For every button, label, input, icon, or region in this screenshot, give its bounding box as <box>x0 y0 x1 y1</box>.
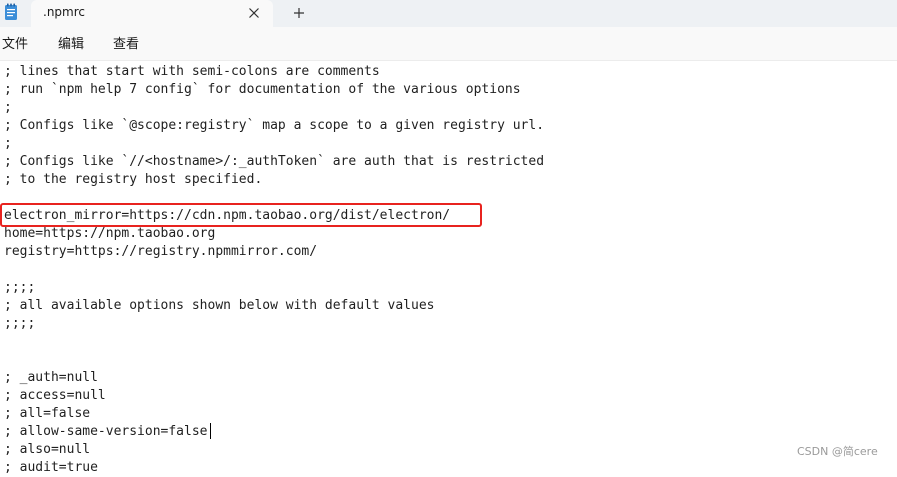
tab-title: .npmrc <box>43 5 85 19</box>
menu-view[interactable]: 查看 <box>113 37 139 52</box>
notepad-icon <box>5 3 17 20</box>
code-line: ; audit=true <box>4 460 98 475</box>
code-line: ; access=null <box>4 388 106 403</box>
code-line: ; also=null <box>4 442 91 457</box>
code-line: ; Configs like `//<hostname>/:_authToken… <box>4 154 545 169</box>
close-icon[interactable] <box>245 4 263 22</box>
menu-edit[interactable]: 编辑 <box>58 37 84 52</box>
highlight-annotation <box>0 203 482 227</box>
code-line: home=https://npm.taobao.org <box>4 226 216 241</box>
editor-content: ; lines that start with semi-colons are … <box>4 63 544 477</box>
text-caret <box>210 423 211 439</box>
tab-bar: .npmrc <box>0 0 897 27</box>
code-line: ; all available options shown below with… <box>4 298 435 313</box>
code-line: ; _auth=null <box>4 370 98 385</box>
code-line: ; <box>4 136 12 151</box>
code-line: ;;;; <box>4 316 36 331</box>
code-line: ; lines that start with semi-colons are … <box>4 64 380 79</box>
text-editor[interactable]: ; lines that start with semi-colons are … <box>0 60 897 475</box>
code-line: ; all=false <box>4 406 91 421</box>
code-line: ; <box>4 100 12 115</box>
plus-icon[interactable] <box>290 4 308 22</box>
code-line: registry=https://registry.npmmirror.com/ <box>4 244 318 259</box>
code-line: ; run `npm help 7 config` for documentat… <box>4 82 521 97</box>
watermark: CSDN @简cere <box>797 445 878 458</box>
menu-bar: 文件 编辑 查看 <box>0 27 897 60</box>
code-line: ; allow-same-version=false <box>4 424 208 439</box>
code-line: ;;;; <box>4 280 36 295</box>
code-line: ; to the registry host specified. <box>4 172 263 187</box>
menu-file[interactable]: 文件 <box>2 37 28 52</box>
tab-npmrc[interactable]: .npmrc <box>31 0 273 27</box>
code-line: ; Configs like `@scope:registry` map a s… <box>4 118 545 133</box>
